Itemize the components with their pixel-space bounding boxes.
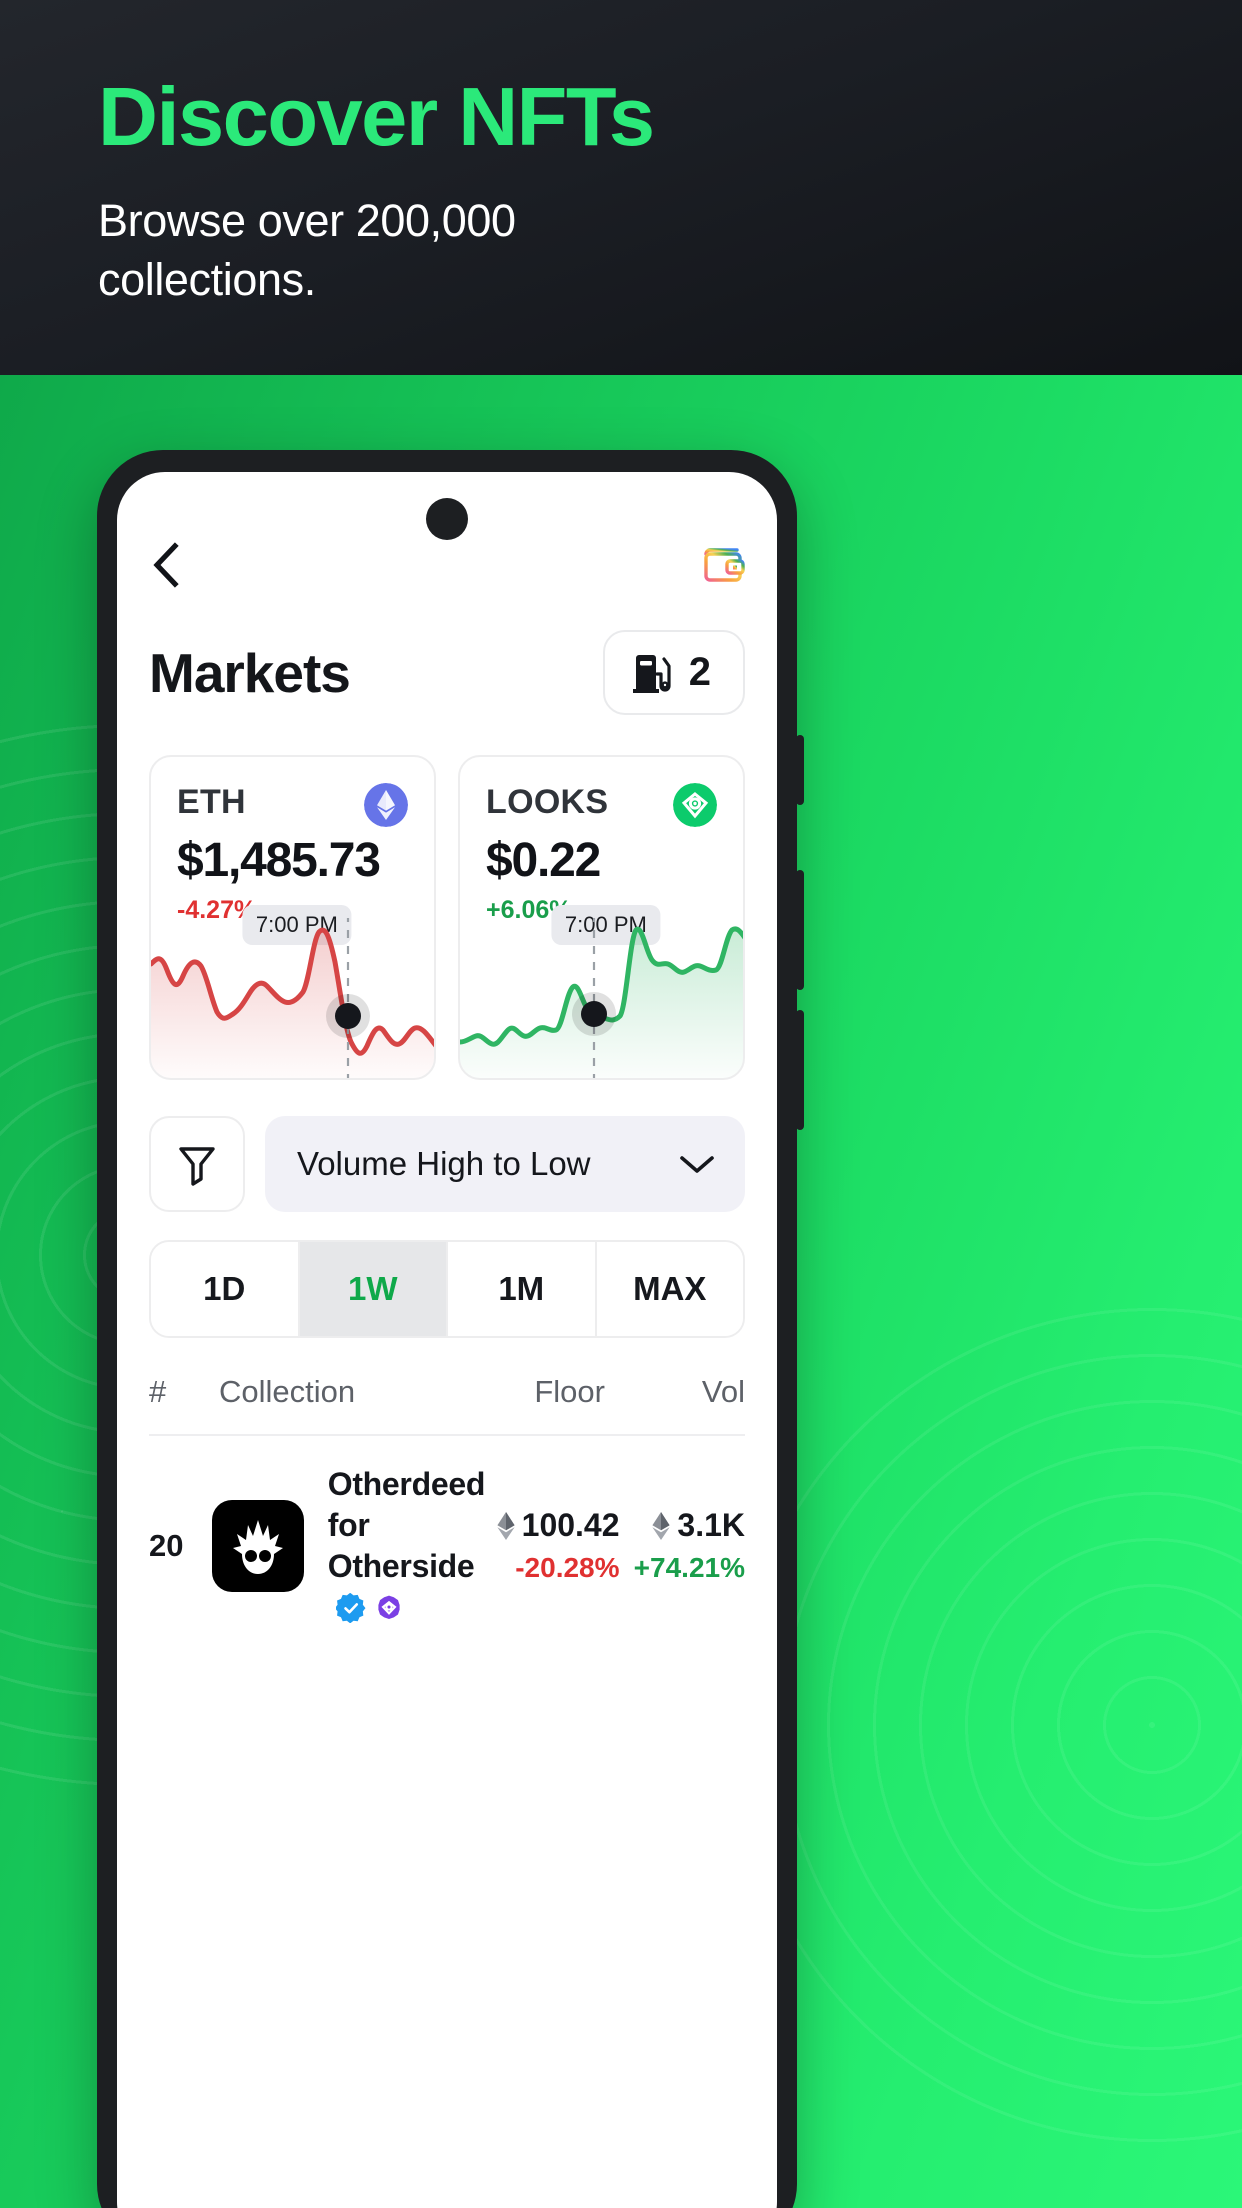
filter-button[interactable]: [149, 1116, 245, 1212]
price-cards: ETH $1,485.73 -4.27% 7:00 PM LOOKS $0.22…: [149, 755, 745, 1080]
otherside-avatar-icon: [211, 1499, 304, 1592]
looksrare-badge-icon: [378, 1595, 400, 1619]
table-header-collection: Collection: [219, 1374, 356, 1409]
phone-mockup: Markets 2 ETH $1,485.73 -4.27% 7:00 PM L…: [97, 450, 804, 2208]
table-row-volume-value: 3.1K: [677, 1507, 745, 1544]
gas-price-button[interactable]: 2: [602, 630, 745, 715]
price-card-looks-price: $0.22: [486, 834, 601, 887]
table-row-badges: [335, 1592, 404, 1623]
price-card-looks-body: LOOKS $0.22 +6.06%: [460, 757, 743, 925]
page-header: Markets 2: [149, 630, 745, 715]
sort-dropdown-label: Volume High to Low: [297, 1145, 591, 1182]
price-card-eth-price: $1,485.73: [177, 834, 381, 887]
range-tab-1m[interactable]: 1M: [448, 1242, 597, 1336]
table-row-collection-name: Otherdeed for Otherside: [328, 1464, 485, 1628]
price-card-eth-header: ETH: [177, 783, 408, 827]
price-card-looks[interactable]: LOOKS $0.22 +6.06% 7:00 PM: [458, 755, 745, 1080]
gas-price-value: 2: [688, 650, 711, 694]
price-card-looks-sparkline: [460, 918, 743, 1078]
table-row-floor-value: 100.42: [521, 1507, 620, 1544]
table-row-floor-change: -20.28%: [515, 1552, 620, 1584]
table-row-volume-change: +74.21%: [633, 1552, 745, 1584]
table-row-collection-label: Otherdeed for Otherside: [327, 1466, 486, 1584]
ethereum-icon: [364, 783, 408, 827]
time-range-tabs: 1D 1W 1M MAX: [149, 1240, 745, 1338]
sort-dropdown[interactable]: Volume High to Low: [265, 1116, 745, 1212]
eth-diamond-icon: [497, 1511, 515, 1540]
promo-subtitle: Browse over 200,000 collections.: [98, 195, 516, 305]
phone-volume-down-button: [796, 1010, 804, 1130]
phone-power-button: [796, 735, 804, 805]
chevron-left-icon: [153, 542, 179, 588]
gas-pump-icon: [632, 654, 671, 693]
wallet-icon: [704, 548, 745, 582]
phone-screen: Markets 2 ETH $1,485.73 -4.27% 7:00 PM L…: [117, 472, 777, 2208]
range-tab-max[interactable]: MAX: [596, 1242, 743, 1336]
page-title: Markets: [149, 641, 351, 704]
table-row-volume-value-line: 3.1K: [620, 1507, 745, 1544]
table-row-floor-cell: 100.42 -20.28%: [485, 1507, 620, 1584]
filter-funnel-icon: [179, 1147, 215, 1186]
promo-header: Discover NFTs Browse over 200,000 collec…: [0, 0, 1242, 375]
wallet-button[interactable]: [701, 545, 745, 585]
table-header: # Collection Floor Vol: [149, 1374, 745, 1436]
chevron-down-icon: [680, 1156, 714, 1173]
price-card-eth-ticker: ETH: [177, 783, 246, 821]
back-button[interactable]: [149, 542, 183, 588]
table-row-rank: 20: [149, 1527, 184, 1563]
table-row-floor-value-line: 100.42: [485, 1507, 620, 1544]
promo-title: Discover NFTs: [98, 70, 655, 163]
filter-sort-row: Volume High to Low: [149, 1116, 745, 1212]
range-tab-1w[interactable]: 1W: [299, 1242, 448, 1336]
eth-diamond-icon: [652, 1511, 671, 1540]
otherside-avatar-glyph: [232, 1519, 283, 1574]
phone-volume-up-button: [796, 870, 804, 990]
table-header-volume: Vol: [701, 1374, 745, 1409]
price-card-looks-header: LOOKS: [486, 783, 717, 827]
table-header-floor: Floor: [534, 1374, 605, 1409]
price-card-looks-ticker: LOOKS: [486, 783, 609, 821]
price-card-eth[interactable]: ETH $1,485.73 -4.27% 7:00 PM: [149, 755, 436, 1080]
table-row-volume-cell: 3.1K +74.21%: [620, 1507, 745, 1584]
table-row[interactable]: 20 Otherdeed for Otherside 100.42 -20.28…: [149, 1436, 745, 1652]
camera-punch-hole: [426, 498, 468, 540]
price-card-eth-sparkline: [151, 918, 434, 1078]
app-content: Markets 2 ETH $1,485.73 -4.27% 7:00 PM L…: [117, 472, 777, 1652]
screenshot-root: Discover NFTs Browse over 200,000 collec…: [0, 0, 1242, 2208]
price-card-eth-body: ETH $1,485.73 -4.27%: [151, 757, 434, 925]
looksrare-icon: [673, 783, 717, 827]
range-tab-1d[interactable]: 1D: [151, 1242, 300, 1336]
table-header-rank: #: [149, 1374, 167, 1409]
verified-check-icon: [335, 1592, 366, 1623]
